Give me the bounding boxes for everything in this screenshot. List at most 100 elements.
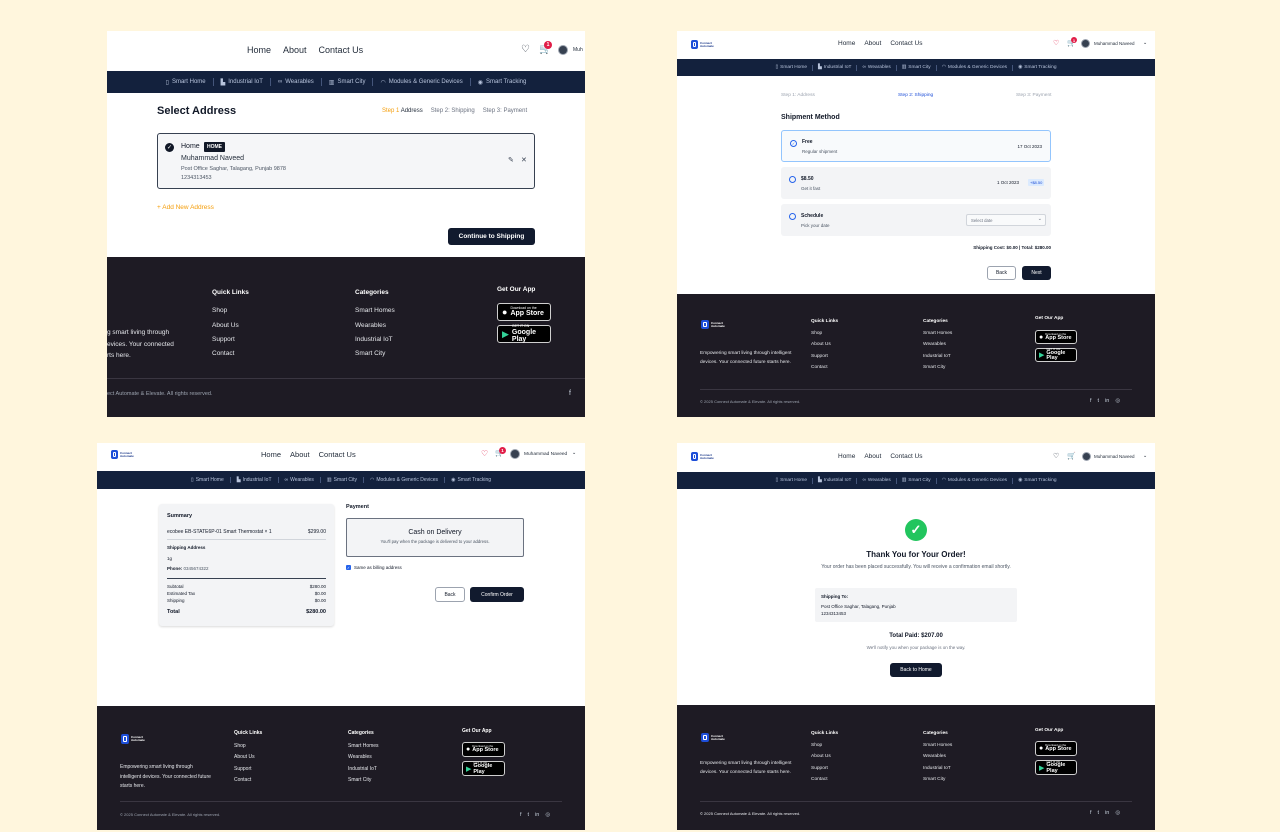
cat-smart-tracking[interactable]: ◉ Smart Tracking [1018, 65, 1056, 70]
app-store-badge[interactable]: ● Download on the App Store [497, 303, 551, 321]
linkedin-icon[interactable]: in [535, 812, 539, 818]
google-play-badge[interactable]: ▶ GET IT ON Google Play [497, 325, 551, 343]
google-play-badge[interactable]: ▶ GET IT ON Google Play [462, 761, 505, 776]
shipping-option-free[interactable]: ✓ Free Regular shipment 17 Oct 2023 [781, 130, 1051, 162]
footer-cat-smart-city[interactable]: Smart City [923, 362, 952, 373]
footer-link-contact[interactable]: Contact [811, 774, 838, 785]
cat-smart-city[interactable]: ▥ Smart City [902, 478, 931, 483]
step-1[interactable]: Step 1: Address [781, 93, 815, 98]
heart-icon[interactable]: ♡ [1053, 39, 1059, 47]
footer-link-contact[interactable]: Contact [234, 775, 262, 787]
close-icon[interactable]: ✕ [521, 156, 527, 164]
heart-icon[interactable]: ♡ [481, 449, 488, 458]
step-2[interactable]: Step 2: Shipping [898, 93, 933, 98]
cat-industrial-iot[interactable]: ▙ Industrial IoT [818, 65, 851, 70]
footer-cat-industrial[interactable]: Industrial IoT [923, 763, 952, 774]
date-select[interactable]: Select date ⌄ [966, 214, 1046, 226]
back-button[interactable]: Back [435, 587, 465, 602]
cat-wearables[interactable]: ∞ Wearables [862, 65, 890, 70]
footer-cat-wearables[interactable]: Wearables [348, 752, 379, 764]
footer-cat-industrial[interactable]: Industrial IoT [355, 333, 395, 347]
user-name[interactable]: Muhammad Naveed [524, 452, 567, 457]
instagram-icon[interactable]: ◎ [1115, 398, 1120, 404]
next-button[interactable]: Next [1022, 266, 1051, 280]
nav-home[interactable]: Home [247, 45, 271, 55]
cat-smart-city[interactable]: ▥ Smart City [329, 79, 366, 86]
radio[interactable] [789, 213, 796, 220]
cat-modules[interactable]: ◠ Modules & Generic Devices [370, 477, 438, 483]
radio[interactable] [789, 176, 796, 183]
facebook-icon[interactable]: f [1090, 398, 1092, 404]
linkedin-icon[interactable]: in [1105, 398, 1109, 404]
cat-smart-home[interactable]: ▯ Smart Home [775, 478, 807, 483]
footer-link-support[interactable]: Support [811, 351, 838, 362]
step-3[interactable]: Step 3: Payment [1016, 93, 1051, 98]
footer-link-contact[interactable]: Contact [811, 362, 838, 373]
footer-link-shop[interactable]: Shop [811, 328, 838, 339]
shipping-option-express[interactable]: $8.50 Get it fast 1 Oct 2023 +$8.50 [781, 167, 1051, 199]
footer-link-contact[interactable]: Contact [212, 347, 249, 361]
nav-contact[interactable]: Contact Us [890, 453, 922, 460]
footer-link-about[interactable]: About Us [234, 752, 262, 764]
footer-link-about[interactable]: About Us [212, 319, 249, 333]
cat-smart-home[interactable]: ▯ Smart Home [166, 79, 206, 86]
user-name[interactable]: Muhammad Naveed [1094, 454, 1135, 459]
footer-cat-smart-homes[interactable]: Smart Homes [348, 741, 379, 753]
cat-wearables[interactable]: ∞ Wearables [278, 79, 314, 85]
cat-smart-tracking[interactable]: ◉ Smart Tracking [478, 79, 527, 86]
app-store-badge[interactable]: ● Download on the App Store [1035, 330, 1077, 344]
heart-icon[interactable]: ♡ [1053, 452, 1059, 460]
chevron-down-icon[interactable]: ⌄ [1143, 40, 1147, 46]
step-1[interactable]: Step 1 Address [382, 108, 423, 114]
cat-industrial-iot[interactable]: ▙ Industrial IoT [237, 477, 272, 483]
logo[interactable]: Connect Automate [111, 450, 134, 459]
heart-icon[interactable]: ♡ [521, 44, 530, 55]
avatar[interactable] [1082, 452, 1091, 461]
logo[interactable]: Connect Automate [691, 40, 714, 49]
nav-home[interactable]: Home [838, 453, 855, 460]
footer-link-support[interactable]: Support [811, 763, 838, 774]
cat-smart-tracking[interactable]: ◉ Smart Tracking [451, 477, 491, 483]
user-name[interactable]: Muh [573, 47, 583, 53]
cat-smart-tracking[interactable]: ◉ Smart Tracking [1018, 478, 1056, 483]
footer-link-shop[interactable]: Shop [811, 740, 838, 751]
cat-smart-city[interactable]: ▥ Smart City [327, 477, 357, 483]
twitter-icon[interactable]: t [1098, 810, 1100, 816]
cat-modules[interactable]: ◠ Modules & Generic Devices [942, 478, 1007, 483]
step-3[interactable]: Step 3: Payment [483, 108, 527, 114]
linkedin-icon[interactable]: in [1105, 810, 1109, 816]
footer-link-about[interactable]: About Us [811, 751, 838, 762]
footer-cat-smart-homes[interactable]: Smart Homes [923, 328, 952, 339]
footer-link-support[interactable]: Support [234, 764, 262, 776]
cat-wearables[interactable]: ∞ Wearables [285, 477, 314, 483]
continue-to-shipping-button[interactable]: Continue to Shipping [448, 228, 535, 245]
billing-checkbox[interactable]: ✓ [346, 565, 351, 570]
footer-link-shop[interactable]: Shop [212, 304, 249, 318]
nav-contact[interactable]: Contact Us [319, 450, 356, 459]
footer-cat-smart-city[interactable]: Smart City [355, 347, 395, 361]
footer-link-about[interactable]: About Us [811, 339, 838, 350]
shipping-option-schedule[interactable]: Schedule Pick your date Select date ⌄ [781, 204, 1051, 236]
cart-icon[interactable]: 🛒 [1067, 452, 1076, 460]
instagram-icon[interactable]: ◎ [545, 812, 550, 818]
chevron-down-icon[interactable]: ⌄ [572, 450, 576, 456]
logo[interactable]: Connect Automate [691, 452, 714, 461]
google-play-badge[interactable]: ▶ GET IT ON Google Play [1035, 348, 1077, 362]
edit-icon[interactable]: ✎ [508, 156, 514, 164]
cat-smart-home[interactable]: ▯ Smart Home [191, 477, 224, 483]
facebook-icon[interactable]: f [1090, 810, 1092, 816]
footer-cat-wearables[interactable]: Wearables [355, 319, 395, 333]
nav-about[interactable]: About [864, 40, 881, 47]
nav-about[interactable]: About [290, 450, 310, 459]
chevron-down-icon[interactable]: ⌄ [1143, 453, 1147, 459]
footer-link-support[interactable]: Support [212, 333, 249, 347]
cod-option[interactable]: Cash on Delivery You'll pay when the pac… [346, 518, 524, 557]
back-to-home-button[interactable]: Back to Home [890, 663, 942, 677]
footer-cat-wearables[interactable]: Wearables [923, 339, 952, 350]
avatar[interactable] [558, 45, 568, 55]
footer-link-shop[interactable]: Shop [234, 741, 262, 753]
footer-cat-smart-city[interactable]: Smart City [923, 774, 952, 785]
cat-industrial-iot[interactable]: ▙ Industrial IoT [221, 79, 263, 86]
avatar[interactable] [510, 449, 520, 459]
cat-wearables[interactable]: ∞ Wearables [862, 478, 890, 483]
